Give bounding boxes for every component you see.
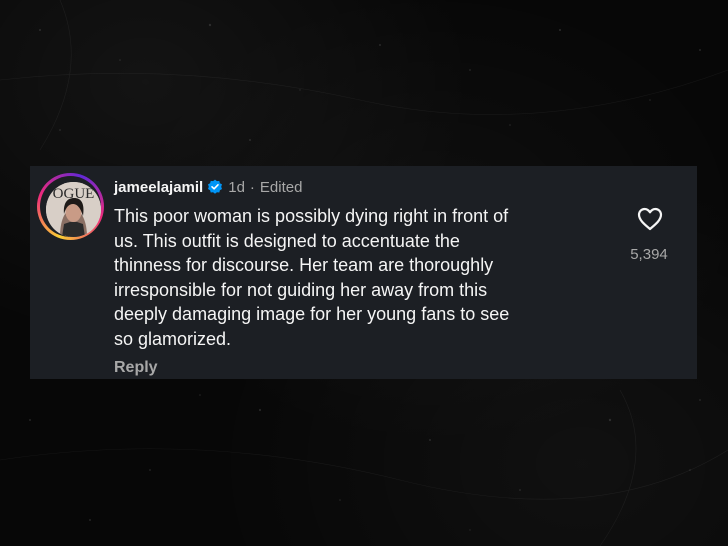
reply-button[interactable]: Reply <box>114 359 158 377</box>
comment-line: us. This outfit is designed to accentuat… <box>114 230 460 251</box>
heart-outline-icon[interactable] <box>637 207 663 231</box>
meta-separator: · <box>249 178 255 196</box>
verified-badge-icon <box>207 179 223 195</box>
avatar-photo: OGUE <box>46 182 101 237</box>
comment-line: This poor woman is possibly dying right … <box>114 206 509 226</box>
comment-line: deeply damaging image for her young fans… <box>114 304 510 324</box>
comment-timestamp: 1d <box>228 178 245 196</box>
comment-line: so glamorized. <box>114 328 232 349</box>
edited-label: Edited <box>259 178 303 196</box>
comment-header: jameelajamil 1d · Edited <box>114 177 302 197</box>
comment-body: This poor woman is possibly dying right … <box>114 204 614 351</box>
story-ring[interactable]: OGUE <box>37 173 104 240</box>
comment-card: OGUE jameelajamil 1d · Edited This poor … <box>30 166 697 379</box>
comment-line: irresponsible for not guiding her away f… <box>114 279 488 300</box>
comment-line: thinness for discourse. Her team are tho… <box>114 255 494 275</box>
avatar-gap: OGUE <box>40 176 101 237</box>
username[interactable]: jameelajamil <box>114 179 203 196</box>
like-count: 5,394 <box>630 246 668 263</box>
avatar[interactable]: OGUE <box>46 182 101 237</box>
